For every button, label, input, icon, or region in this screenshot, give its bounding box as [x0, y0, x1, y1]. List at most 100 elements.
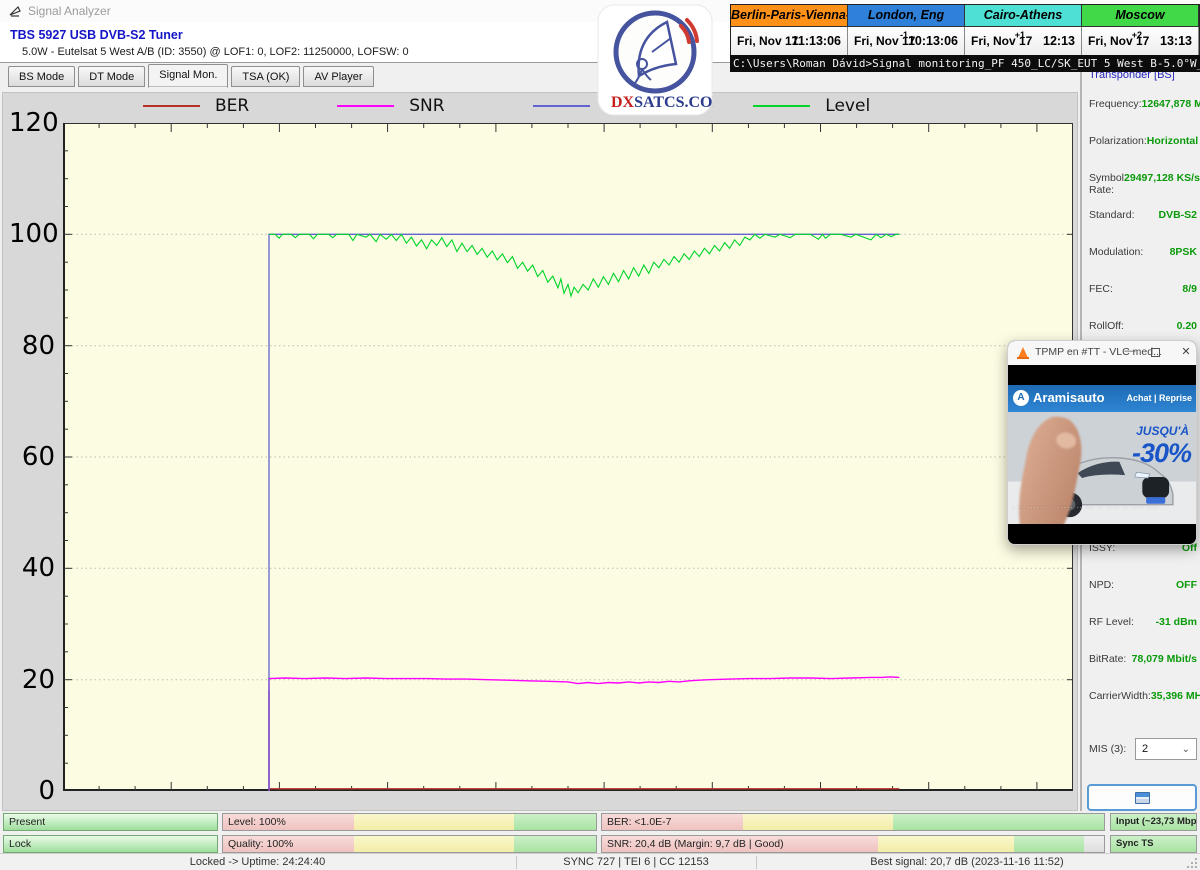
chart-legend: BERSNRQualityLevel	[143, 96, 958, 116]
tab-tsa-ok-[interactable]: TSA (OK)	[231, 66, 300, 87]
clock-time-cell: Fri, Nov 17+112:13	[965, 27, 1082, 56]
clock-time-cell: Fri, Nov 1711:13:06	[731, 27, 848, 56]
legend-snr: SNR	[337, 96, 444, 116]
field-label: FEC:	[1089, 283, 1113, 297]
vlc-titlebar[interactable]: TPMP en #TT - VLC med... — ✕	[1008, 341, 1196, 365]
field-label: RF Level:	[1089, 616, 1134, 630]
command-prompt[interactable]: C:\Users\Roman Dávid>Signal monitoring_P…	[730, 55, 1200, 72]
vlc-title: TPMP en #TT - VLC med...	[1035, 346, 1162, 358]
bar-label: Sync TS	[1116, 838, 1154, 849]
statusbar-best-signal: Best signal: 20,7 dB (2023-11-16 11:52)	[757, 855, 1177, 870]
field-value: Horizontal	[1147, 135, 1198, 149]
field-label: Symbol Rate:	[1089, 172, 1124, 186]
vlc-video[interactable]: A Aramisauto Achat | Reprise JUSQU'À -30…	[1008, 365, 1196, 545]
transponder-field-modulation: Modulation:8PSK	[1089, 246, 1197, 260]
ad-caption: · ·· ···· ·· · ····· ·· ··· ·· ···· ·· ·…	[1012, 504, 1192, 511]
bar-label: Level: 100%	[228, 816, 286, 828]
field-value: -31 dBm	[1156, 616, 1197, 630]
clock-header-berlin-paris-vienna-roma: Berlin-Paris-Vienna-Roma	[731, 5, 848, 27]
clock-utc-offset: +1	[1015, 30, 1025, 40]
field-label: NPD:	[1089, 579, 1114, 593]
ad-scene: JUSQU'À -30% · ·· ···· ·· · ····· ·· ···…	[1008, 412, 1196, 524]
bar-label: Input (~23,73 Mbps)	[1116, 816, 1197, 827]
bar-zone-green	[893, 814, 1104, 830]
legend-label: SNR	[409, 96, 444, 116]
bar-zone-green	[514, 836, 596, 852]
series-quality	[269, 234, 899, 791]
chart-canvas	[63, 123, 1073, 791]
clock-utc-offset: +2	[1132, 30, 1142, 40]
mis-label: MIS (3):	[1089, 743, 1126, 755]
transponder-field-npd: NPD:OFF	[1089, 579, 1197, 593]
transponder-field-rflevel: RF Level: -31 dBm	[1089, 616, 1197, 630]
clock-utc-offset: -1	[900, 30, 908, 40]
dxsatcs-logo: DXSATCS.COM	[597, 4, 713, 116]
bar-zone-empty	[1084, 836, 1104, 852]
clock-header-moscow: Moscow	[1082, 5, 1199, 27]
clock-time: 13:13	[1160, 34, 1192, 48]
close-button[interactable]: ✕	[1178, 345, 1194, 361]
bar-zone-green	[1014, 836, 1084, 852]
transponder-field-polarization: Polarization:Horizontal	[1089, 135, 1197, 149]
sync-ts-bar: Sync TS	[1110, 835, 1197, 853]
statusbar-lock-uptime: Locked -> Uptime: 24:24:40	[0, 855, 515, 870]
y-tick-label: 60	[9, 442, 55, 472]
field-value: 29497,128 KS/s	[1124, 172, 1200, 186]
window-title: Signal Analyzer	[28, 4, 111, 18]
field-label: Standard:	[1089, 209, 1135, 223]
y-tick-label: 20	[9, 665, 55, 695]
tab-signal-mon-[interactable]: Signal Mon.	[148, 64, 228, 88]
mis-value: 2	[1142, 743, 1148, 755]
minimize-button[interactable]: —	[1122, 344, 1138, 360]
field-value: 8PSK	[1170, 246, 1197, 260]
transponder-field-carrierwidth: CarrierWidth:35,396 MHz	[1089, 690, 1197, 704]
legend-label: Level	[825, 96, 870, 116]
vlc-cone-icon	[1018, 347, 1028, 358]
screen: Signal Analyzer TBS 5927 USB DVB-S2 Tune…	[0, 0, 1200, 870]
legend-line-icon	[337, 105, 394, 107]
ad-links: Achat | Reprise	[1126, 393, 1192, 403]
series-level	[269, 234, 899, 296]
logo-text-rest: SATCS.COM	[634, 94, 713, 111]
tab-av-player[interactable]: AV Player	[303, 66, 373, 87]
flag-lock: Lock	[3, 835, 218, 853]
clock-time-cell: Fri, Nov 17+213:13	[1082, 27, 1199, 56]
bar-zone-yellow	[743, 814, 894, 830]
transponder-field-fec: FEC:8/9	[1089, 283, 1197, 297]
transponder-field-standard: Standard:DVB-S2	[1089, 209, 1197, 223]
bar-zone-yellow	[878, 836, 1014, 852]
level-bar: Level: 100%	[222, 813, 597, 831]
logo-text-dx: DX	[611, 94, 635, 111]
ad-brand: Aramisauto	[1033, 390, 1105, 405]
bar-zone-yellow	[354, 836, 514, 852]
resize-grip[interactable]	[1186, 857, 1198, 869]
clock-time-cell: Fri, Nov 17-110:13:06	[848, 27, 965, 56]
ad-promo-big: -30%	[1132, 438, 1191, 469]
y-tick-label: 100	[9, 219, 55, 249]
bar-label: SNR: 20,4 dB (Margin: 9,7 dB | Good)	[607, 838, 784, 850]
ad-banner: A Aramisauto Achat | Reprise	[1008, 385, 1196, 412]
field-label: BitRate:	[1089, 653, 1126, 667]
signal-chart: BERSNRQualityLevel 120100806040200	[2, 92, 1078, 811]
mis-select[interactable]: 2 ⌄	[1135, 738, 1197, 760]
tab-dt-mode[interactable]: DT Mode	[78, 66, 145, 87]
field-value: 35,396 MHz	[1151, 690, 1200, 704]
legend-label: BER	[215, 96, 249, 116]
mode-tabs: BS ModeDT ModeSignal Mon.TSA (OK)AV Play…	[8, 66, 374, 90]
series-snr	[269, 677, 899, 791]
bar-label: BER: <1.0E-7	[607, 816, 672, 828]
legend-line-icon	[143, 105, 200, 107]
tab-bs-mode[interactable]: BS Mode	[8, 66, 75, 87]
y-tick-label: 80	[9, 331, 55, 361]
legend-level: Level	[753, 96, 870, 116]
field-label: Frequency:	[1089, 98, 1142, 112]
clock-date: Fri, Nov 17	[737, 34, 798, 48]
legend-line-icon	[533, 105, 590, 107]
vlc-window: TPMP en #TT - VLC med... — ✕ A Aramisaut…	[1007, 340, 1197, 545]
ts-capture-button[interactable]	[1087, 784, 1197, 811]
clock-time: 12:13	[1043, 34, 1075, 48]
transponder-field-symbolrate: Symbol Rate:29497,128 KS/s	[1089, 172, 1197, 186]
clock-time: 11:13:06	[792, 34, 841, 48]
maximize-button[interactable]	[1151, 348, 1160, 357]
field-value: 78,079 Mbit/s	[1132, 653, 1197, 667]
